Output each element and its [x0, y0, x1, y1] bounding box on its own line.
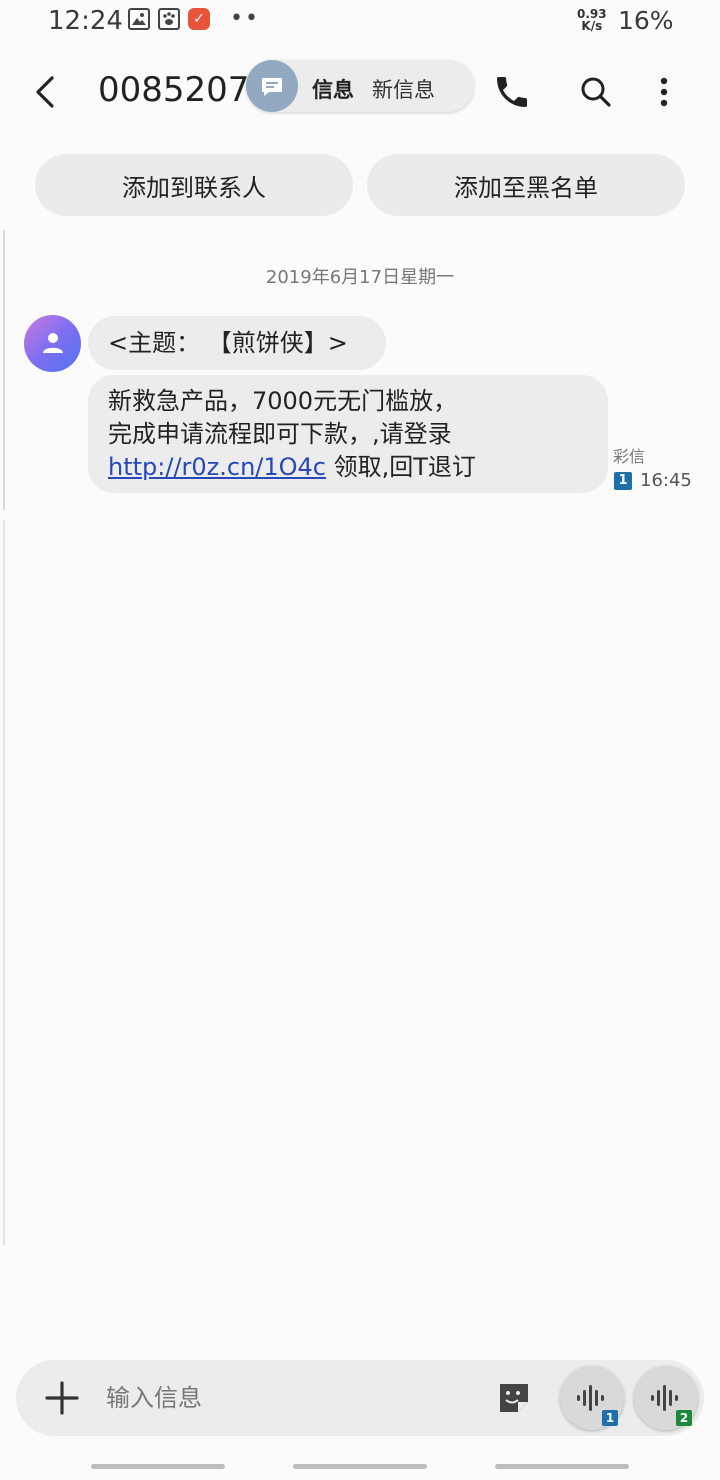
message-line-3: http://r0z.cn/1O4c 领取,回T退订 [108, 451, 588, 484]
voice-wave-icon [577, 1385, 604, 1411]
chip-avatar [246, 60, 298, 112]
status-bar: 12:24 ✓ •• 0.93 K/s 16% [0, 0, 720, 44]
person-icon [43, 333, 63, 353]
status-time: 12:24 [48, 6, 123, 36]
sim1-badge: 1 [602, 1410, 618, 1426]
message-composer: 1 2 [16, 1360, 704, 1436]
call-button[interactable] [492, 72, 532, 112]
search-button[interactable] [576, 72, 616, 112]
new-message-notification-chip[interactable]: 信息 新信息 [246, 60, 474, 112]
battery-level: 16% [618, 6, 674, 35]
scroll-edge-lower [3, 520, 5, 1245]
message-subject-bubble[interactable]: <主题： 【煎饼侠】> [88, 316, 386, 370]
message-line-1: 新救急产品，7000元无门槛放， [108, 387, 458, 415]
message-body-bubble[interactable]: 新救急产品，7000元无门槛放， 完成申请流程即可下款，,请登录 http://… [88, 375, 608, 493]
message-bubble-icon [262, 78, 282, 96]
sender-avatar[interactable] [24, 315, 81, 372]
back-button[interactable] [28, 70, 68, 114]
sim1-icon: 1 [614, 471, 632, 490]
conversation-title: 00852071 [98, 70, 268, 110]
navigation-bar [0, 1448, 720, 1480]
message-meta: 1 16:45 [614, 470, 692, 491]
baidu-app-icon [158, 8, 180, 30]
add-to-contacts-button[interactable]: 添加到联系人 [35, 154, 353, 216]
attach-button[interactable] [42, 1378, 82, 1418]
more-notifications-icon: •• [230, 6, 260, 31]
gallery-icon [128, 8, 150, 30]
message-input[interactable] [106, 1378, 466, 1418]
sticker-icon [500, 1384, 528, 1412]
message-time: 16:45 [640, 470, 692, 491]
more-options-button[interactable] [648, 72, 680, 112]
sim2-badge: 2 [676, 1410, 692, 1426]
voice-wave-icon [651, 1385, 678, 1411]
plus-icon [45, 1381, 79, 1415]
search-icon [581, 77, 611, 107]
nav-recents-handle[interactable] [91, 1464, 225, 1469]
back-arrow-icon [36, 76, 54, 108]
sticker-button[interactable] [496, 1380, 532, 1416]
message-type-label: 彩信 [613, 447, 646, 466]
message-link[interactable]: http://r0z.cn/1O4c [108, 453, 326, 481]
security-app-icon: ✓ [188, 8, 210, 30]
phone-icon [497, 77, 527, 107]
network-speed: 0.93 K/s [577, 7, 607, 33]
nav-home-handle[interactable] [293, 1464, 427, 1469]
more-vertical-icon [660, 77, 668, 107]
date-separator: 2019年6月17日星期一 [265, 267, 455, 288]
send-sim1-button[interactable]: 1 [560, 1366, 624, 1430]
add-to-blacklist-button[interactable]: 添加至黑名单 [367, 154, 685, 216]
send-sim2-button[interactable]: 2 [634, 1366, 698, 1430]
status-notification-icons: ✓ •• [128, 8, 260, 30]
message-line-2: 完成申请流程即可下款，,请登录 [108, 420, 452, 448]
chip-text: 新信息 [372, 78, 435, 102]
message-line-3-tail: 领取,回T退订 [326, 453, 476, 481]
nav-back-handle[interactable] [495, 1464, 629, 1469]
chip-app-name: 信息 [312, 78, 354, 102]
